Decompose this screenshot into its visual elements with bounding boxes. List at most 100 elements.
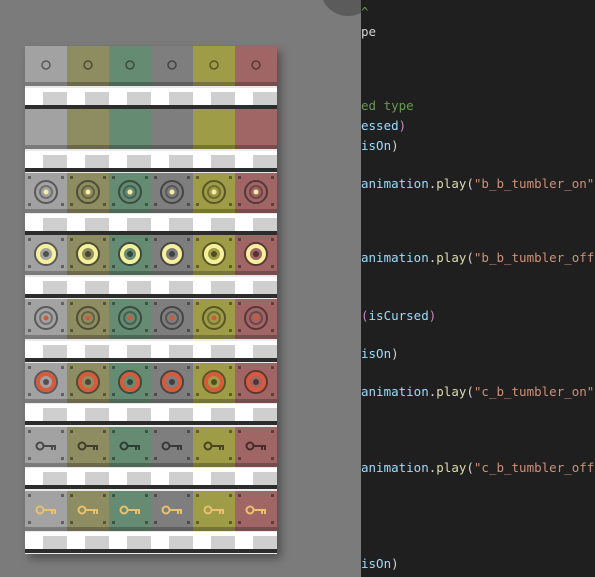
code-line[interactable]: ed type [361,98,414,113]
corner-notch [61,457,64,460]
code-line[interactable]: (isCursed) [361,308,436,323]
sprite-tile[interactable] [151,491,193,531]
sprite-tile[interactable] [151,173,193,213]
sprite-tile[interactable] [109,363,151,403]
sprite-tile[interactable] [109,427,151,467]
sprite-tile[interactable] [235,235,277,275]
sprite-tile[interactable] [25,491,67,531]
sprite-tile[interactable] [235,427,277,467]
corner-notch [271,430,274,433]
corner-notch [103,203,106,206]
corner-notch [187,457,190,460]
code-line[interactable]: ^ [361,4,369,19]
sprite-tile[interactable] [235,46,277,86]
sprite-tile[interactable] [67,299,109,339]
corner-notch [103,430,106,433]
sprite-sheet[interactable] [25,46,277,554]
sprite-tile[interactable] [151,235,193,275]
sprite-tile[interactable] [67,363,109,403]
code-line[interactable]: isOn) [361,556,399,571]
sprite-tile[interactable] [109,299,151,339]
key-tooth-icon [138,511,140,514]
corner-notch [271,176,274,179]
sprite-tile[interactable] [25,46,67,86]
corner-notch [271,238,274,241]
panel-corner-handle[interactable] [320,0,361,16]
sprite-tile[interactable] [67,46,109,86]
tile-face [25,46,67,86]
separator-strip [25,151,277,172]
sprite-tile[interactable] [25,235,67,275]
corner-notch [103,302,106,305]
tile-edge [151,271,193,275]
code-line[interactable]: isOn) [361,346,399,361]
key-tooth-icon [96,511,98,514]
sprite-tile[interactable] [109,109,151,149]
key-shaft-icon [86,445,98,447]
sprite-tile[interactable] [151,46,193,86]
sprite-tile[interactable] [109,235,151,275]
sprite-tile[interactable] [151,363,193,403]
corner-notch [187,521,190,524]
strip-block [211,472,235,485]
code-token: "b_b_tumbler_on" [473,176,595,191]
corner-notch [112,176,115,179]
tile-face [193,46,235,86]
corner-notch [238,366,241,369]
tumbler-red-light-icon [127,315,133,321]
code-line[interactable]: animation.play("c_b_tumbler_on" [361,384,594,399]
code-line[interactable]: essed) [361,118,406,133]
code-line[interactable]: isOn) [361,138,399,153]
sprite-tile[interactable] [67,109,109,149]
sprite-tile[interactable] [25,109,67,149]
sprite-tile[interactable] [151,109,193,149]
code-token: animation [361,384,429,399]
corner-notch [112,393,115,396]
sprite-tile[interactable] [25,363,67,403]
sprite-tile[interactable] [235,109,277,149]
sprite-tile[interactable] [25,427,67,467]
tumbler-center-icon [211,251,217,257]
sprite-tile[interactable] [193,46,235,86]
tile-edge [193,82,235,86]
key-shaft-icon [254,445,266,447]
corner-notch [196,521,199,524]
code-line[interactable]: pe [361,24,376,39]
corner-notch [145,176,148,179]
sprite-tile[interactable] [235,491,277,531]
tile-edge [67,145,109,149]
sprite-tile[interactable] [25,299,67,339]
tile-edge [151,335,193,339]
sprite-tile[interactable] [109,46,151,86]
code-token: animation [361,176,429,191]
sprite-tile[interactable] [109,491,151,531]
strip-block [43,92,67,105]
strip-block [253,408,277,421]
sprite-tile[interactable] [67,427,109,467]
sprite-tile[interactable] [235,299,277,339]
sprite-tile[interactable] [193,173,235,213]
code-line[interactable]: animation.play("b_b_tumbler_on" [361,176,594,191]
sprite-tile[interactable] [151,299,193,339]
sprite-tile[interactable] [151,427,193,467]
code-line[interactable]: animation.play("c_b_tumbler_off [361,460,594,475]
sprite-tile[interactable] [235,173,277,213]
sprite-tile[interactable] [193,427,235,467]
sprite-tile[interactable] [193,299,235,339]
tile-edge [151,145,193,149]
code-editor-panel[interactable]: ^ pe ed type essed) isOn) animation.play("b_b… [361,0,595,577]
sprite-tile[interactable] [67,235,109,275]
sprite-tile[interactable] [193,491,235,531]
sprite-tile[interactable] [67,173,109,213]
sprite-tile[interactable] [109,173,151,213]
sprite-tile[interactable] [193,235,235,275]
sprite-tile[interactable] [235,363,277,403]
sprite-tile[interactable] [193,363,235,403]
sprite-tile[interactable] [193,109,235,149]
corner-notch [229,366,232,369]
sprite-tile[interactable] [25,173,67,213]
sprite-tile[interactable] [67,491,109,531]
code-line[interactable]: animation.play("b_b_tumbler_off [361,250,594,265]
corner-notch [154,430,157,433]
corner-notch [229,176,232,179]
